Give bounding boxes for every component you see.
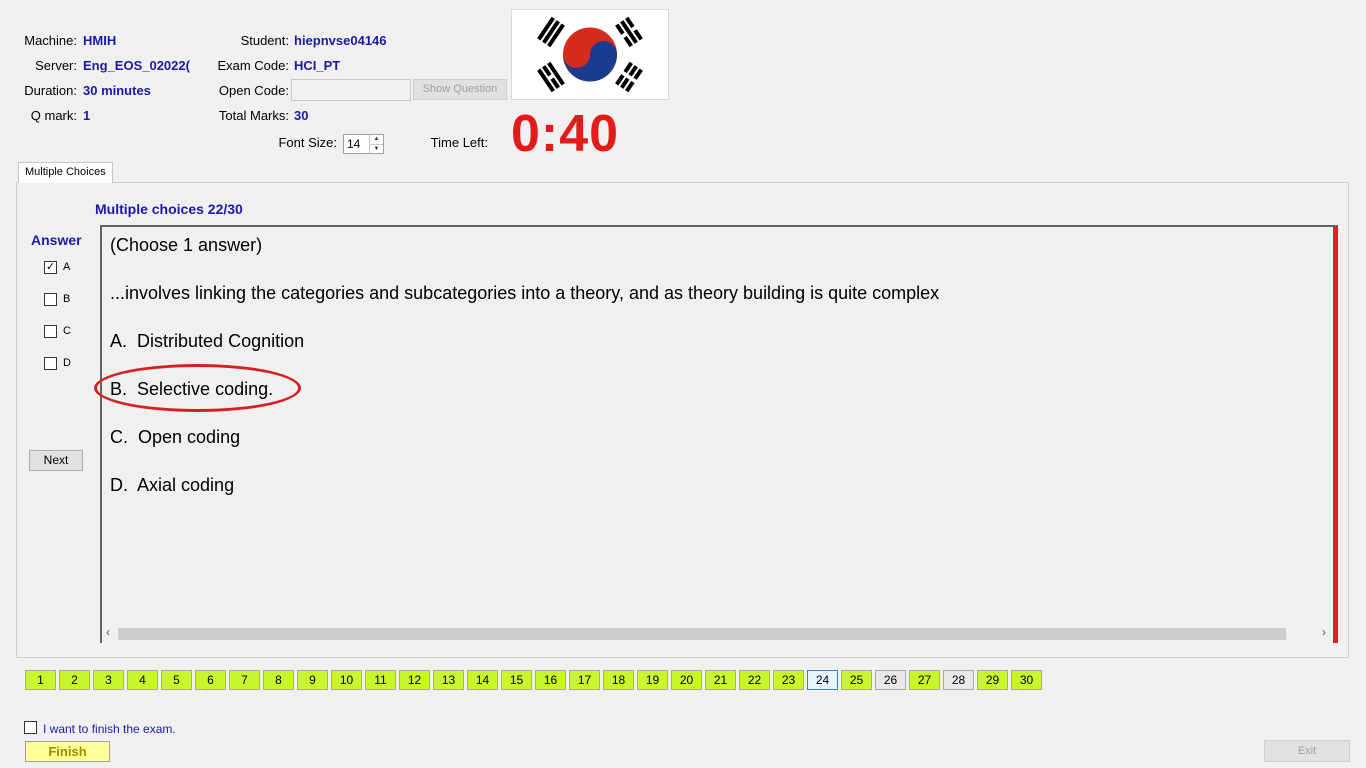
checkbox-c[interactable] [44,325,57,338]
question-nav-7[interactable]: 7 [229,670,260,690]
question-nav-27[interactable]: 27 [909,670,940,690]
student-value: hiepnvse04146 [294,33,387,48]
answer-option-d-label: D [63,357,71,369]
answer-option-a-label: A [63,261,71,273]
duration-value: 30 minutes [83,83,151,98]
finish-exam-checkbox[interactable] [24,721,37,734]
question-nav-14[interactable]: 14 [467,670,498,690]
question-nav-15[interactable]: 15 [501,670,532,690]
question-nav-4[interactable]: 4 [127,670,158,690]
answer-option-b-label: B [63,293,71,305]
question-nav-11[interactable]: 11 [365,670,396,690]
question-nav-1[interactable]: 1 [25,670,56,690]
scroll-right-icon[interactable]: › [1322,625,1326,639]
question-nav-13[interactable]: 13 [433,670,464,690]
machine-label: Machine: [24,33,77,48]
highlight-circle-annotation [94,364,301,412]
question-box: (Choose 1 answer) ...involves linking th… [100,225,1338,643]
red-side-bar [1333,227,1338,643]
question-nav-20[interactable]: 20 [671,670,702,690]
scroll-left-icon[interactable]: ‹ [106,625,110,639]
total-marks-value: 30 [294,108,309,123]
open-code-label: Open Code: [218,83,289,98]
question-nav-19[interactable]: 19 [637,670,668,690]
question-nav-18[interactable]: 18 [603,670,634,690]
question-navigator: 1 2 3 4 5 6 7 8 9 10 11 12 13 14 15 16 1… [25,670,1045,690]
open-code-input[interactable] [291,79,411,101]
duration-label: Duration: [24,83,77,98]
font-size-label: Font Size: [278,135,337,150]
exam-code-label: Exam Code: [217,58,289,73]
exit-button[interactable]: Exit [1264,740,1350,762]
scroll-thumb[interactable] [118,628,1286,640]
question-nav-24[interactable]: 24 [807,670,838,690]
option-a-text: Distributed Cognition [137,331,305,351]
question-heading: Multiple choices 22/30 [95,201,243,217]
question-stem: ...involves linking the categories and s… [110,283,940,303]
question-nav-29[interactable]: 29 [977,670,1008,690]
question-option-a: A. Distributed Cognition [110,331,304,352]
question-nav-6[interactable]: 6 [195,670,226,690]
checkbox-a[interactable]: ✓ [44,261,57,274]
finish-button[interactable]: Finish [25,741,110,762]
question-nav-3[interactable]: 3 [93,670,124,690]
option-d-text: Axial coding [137,475,235,495]
exam-code-value: HCI_PT [294,58,341,73]
question-nav-12[interactable]: 12 [399,670,430,690]
question-nav-10[interactable]: 10 [331,670,362,690]
next-button[interactable]: Next [29,450,83,471]
question-nav-26[interactable]: 26 [875,670,906,690]
server-label: Server: [35,58,77,73]
horizontal-scrollbar[interactable]: ‹ › [102,625,1332,642]
question-nav-9[interactable]: 9 [297,670,328,690]
finish-exam-label: I want to finish the exam. [43,722,176,736]
answer-title: Answer [31,232,82,248]
font-size-value: 14 [347,137,361,151]
question-instruction: (Choose 1 answer) [110,235,263,255]
question-nav-5[interactable]: 5 [161,670,192,690]
checkbox-d[interactable] [44,357,57,370]
student-label: Student: [240,33,289,48]
qmark-label: Q mark: [30,108,77,123]
south-korea-flag-icon [511,9,669,100]
question-nav-16[interactable]: 16 [535,670,566,690]
question-option-d: D. Axial coding [110,475,234,496]
machine-value: HMIH [83,33,117,48]
question-nav-25[interactable]: 25 [841,670,872,690]
answer-option-c-label: C [63,325,71,337]
question-nav-17[interactable]: 17 [569,670,600,690]
stepper-up-icon[interactable]: ▲ [370,135,383,144]
question-nav-28[interactable]: 28 [943,670,974,690]
question-nav-22[interactable]: 22 [739,670,770,690]
stepper-down-icon[interactable]: ▼ [370,144,383,153]
option-d-letter: D. [110,475,128,495]
server-value: Eng_EOS_02022( [83,58,190,73]
tab-multiple-choices[interactable]: Multiple Choices [18,162,113,183]
checkbox-b[interactable] [44,293,57,306]
option-c-letter: C. [110,427,128,447]
total-marks-label: Total Marks: [218,108,289,123]
question-option-c: C. Open coding [110,427,240,448]
question-nav-21[interactable]: 21 [705,670,736,690]
font-size-stepper[interactable]: 14 ▲ ▼ [343,134,384,154]
option-a-letter: A. [110,331,128,351]
time-left-value: 0:40 [511,105,620,163]
question-nav-30[interactable]: 30 [1011,670,1042,690]
question-nav-8[interactable]: 8 [263,670,294,690]
question-nav-23[interactable]: 23 [773,670,804,690]
option-c-text: Open coding [138,427,241,447]
show-question-button[interactable]: Show Question [413,79,507,100]
time-left-label: Time Left: [430,135,488,150]
question-nav-2[interactable]: 2 [59,670,90,690]
qmark-value: 1 [83,108,91,123]
